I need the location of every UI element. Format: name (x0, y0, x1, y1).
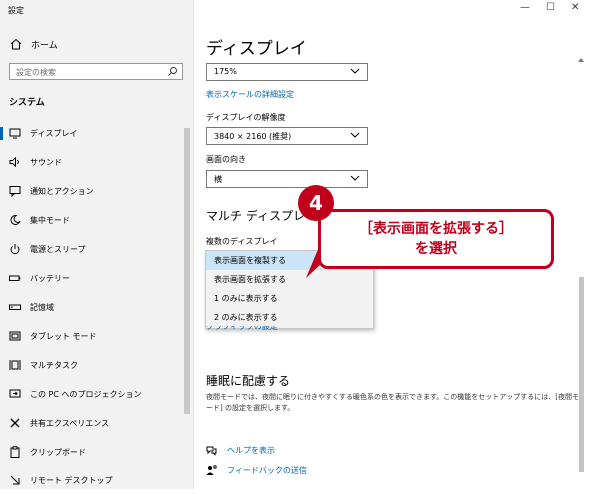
sidebar-scrollbar[interactable] (184, 128, 190, 414)
orientation-label: 画面の向き (206, 155, 246, 164)
sidebar-item-clipboard[interactable]: クリップボード (0, 438, 180, 466)
graphics-settings-link[interactable]: グラフィックの設定 (206, 326, 278, 332)
sidebar: 設定 ホーム 設定の検索 システム ディスプレイ サウンド 通知とアクション 集… (0, 0, 194, 489)
scale-select[interactable]: 175% (206, 63, 368, 81)
feedback-label: フィードバックの送信 (227, 466, 307, 475)
sidebar-item-focus[interactable]: 集中モード (0, 206, 180, 234)
sidebar-item-label: 記憶域 (30, 302, 54, 312)
home-icon (10, 38, 22, 50)
help-icon (206, 446, 217, 456)
sidebar-item-battery[interactable]: バッテリー (0, 264, 180, 292)
resolution-select[interactable]: 3840 × 2160 (推奨) (206, 127, 368, 145)
callout-line-1: ［表示画面を拡張する］ (359, 221, 513, 237)
scale-value: 175% (214, 67, 237, 76)
home-label: ホーム (31, 40, 58, 51)
window-title: 設定 (8, 6, 24, 15)
chevron-down-icon (350, 132, 360, 138)
feedback-link[interactable]: フィードバックの送信 (206, 465, 307, 476)
speaker-icon (9, 156, 19, 168)
sidebar-item-remote-desktop[interactable]: リモート デスクトップ (0, 466, 180, 494)
sidebar-item-notifications[interactable]: 通知とアクション (0, 177, 180, 205)
get-help-label: ヘルプを表示 (227, 446, 275, 455)
sidebar-item-label: ディスプレイ (30, 128, 78, 138)
callout-line-2: を選択 (415, 241, 457, 257)
dropdown-option-extend[interactable]: 表示画面を拡張する (206, 270, 373, 289)
sidebar-item-label: 集中モード (30, 215, 70, 225)
night-light-heading: 睡眠に配慮する (206, 374, 291, 388)
tablet-icon (9, 331, 21, 341)
sidebar-item-storage[interactable]: 記憶域 (0, 293, 180, 321)
dropdown-option-only-1[interactable]: 1 のみに表示する (206, 289, 373, 308)
clipboard-icon (10, 446, 20, 458)
annotation-callout: ［表示画面を拡張する］ を選択 (318, 209, 554, 269)
sidebar-item-label: バッテリー (30, 273, 70, 283)
search-input[interactable]: 設定の検索 (9, 63, 183, 80)
resolution-value: 3840 × 2160 (推奨) (214, 132, 292, 141)
orientation-value: 横 (214, 175, 222, 184)
sidebar-item-label: この PC へのプロジェクション (30, 389, 142, 399)
page-title: ディスプレイ (206, 39, 307, 59)
dropdown-option-only-2[interactable]: 2 のみに表示する (206, 308, 373, 327)
home-link[interactable]: ホーム (9, 37, 58, 51)
night-light-description: 夜間モードでは、夜間に眠りに付きやすくする暖色系の色を表示できます。この機能をセ… (206, 393, 580, 412)
chevron-down-icon (350, 68, 360, 74)
sidebar-item-display[interactable]: ディスプレイ (0, 119, 180, 147)
resolution-label: ディスプレイの解像度 (206, 113, 286, 122)
get-help-link[interactable]: ヘルプを表示 (206, 445, 275, 456)
share-icon (10, 418, 20, 428)
sidebar-item-label: 通知とアクション (30, 186, 94, 196)
sidebar-item-label: 共有エクスペリエンス (30, 418, 110, 428)
projection-icon (9, 389, 21, 398)
multitask-icon (9, 360, 21, 370)
search-icon (168, 67, 177, 76)
sidebar-item-power[interactable]: 電源とスリープ (0, 235, 180, 263)
sidebar-item-label: クリップボード (30, 447, 86, 457)
scroll-up-icon[interactable] (577, 56, 585, 64)
battery-icon (9, 275, 21, 281)
sidebar-item-multitasking[interactable]: マルチタスク (0, 351, 180, 379)
advanced-scaling-link[interactable]: 表示スケールの詳細設定 (206, 89, 294, 100)
power-icon (10, 244, 20, 255)
chevron-down-icon (350, 175, 360, 181)
sidebar-item-label: リモート デスクトップ (30, 475, 113, 485)
sidebar-item-label: マルチタスク (30, 360, 78, 370)
sidebar-item-label: サウンド (30, 157, 62, 167)
sidebar-item-tablet-mode[interactable]: タブレット モード (0, 322, 180, 350)
sidebar-item-label: タブレット モード (30, 331, 97, 341)
monitor-icon (9, 128, 21, 139)
sidebar-item-sound[interactable]: サウンド (0, 148, 180, 176)
remote-desktop-icon (10, 475, 20, 485)
section-title-system: システム (9, 98, 45, 108)
orientation-select[interactable]: 横 (206, 170, 368, 188)
sidebar-item-projection[interactable]: この PC へのプロジェクション (0, 380, 180, 408)
search-placeholder: 設定の検索 (16, 68, 56, 77)
multi-display-label: 複数のディスプレイ (206, 237, 278, 246)
moon-icon (10, 214, 21, 225)
feedback-icon (206, 465, 217, 475)
sidebar-item-label: 電源とスリープ (30, 244, 86, 254)
sidebar-item-shared-experiences[interactable]: 共有エクスペリエンス (0, 409, 180, 437)
notification-icon (9, 186, 21, 197)
step-badge: 4 (298, 185, 334, 221)
storage-icon (9, 304, 21, 310)
main-scrollbar[interactable] (579, 277, 584, 472)
